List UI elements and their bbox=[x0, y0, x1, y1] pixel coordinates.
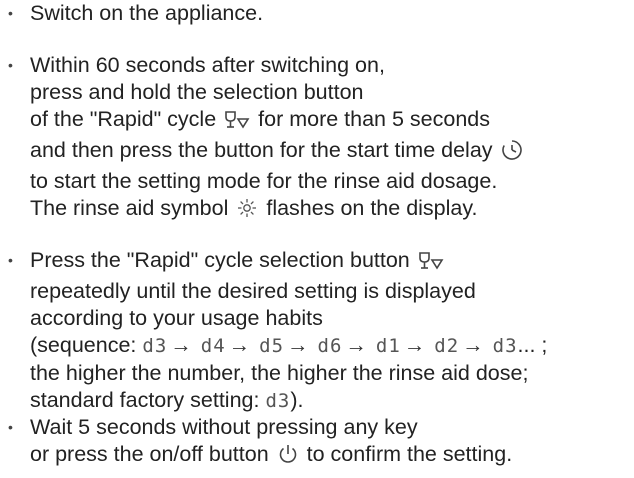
sequence-label: (sequence: bbox=[30, 333, 137, 357]
sequence-item: d6 bbox=[317, 335, 343, 357]
glass-rapid-icon bbox=[418, 251, 444, 278]
arrow-icon: → bbox=[345, 333, 367, 357]
step-3-line-6: standard factory setting: d3). bbox=[30, 387, 547, 415]
power-icon bbox=[277, 443, 299, 472]
step-2-line-5: to start the setting mode for the rinse … bbox=[30, 169, 498, 193]
sequence-ellipsis: ... ; bbox=[517, 333, 548, 357]
arrow-icon: → bbox=[228, 333, 251, 357]
step-3-line-1a: Press the "Rapid" cycle selection button bbox=[30, 248, 410, 272]
step-2-line-4a: and then press the button for the start … bbox=[30, 138, 493, 162]
glass-rapid-icon bbox=[224, 110, 250, 137]
step-2-line-4: and then press the button for the start … bbox=[30, 137, 525, 168]
step-2-line-3b: for more than 5 seconds bbox=[258, 107, 490, 131]
sequence-item: d5 bbox=[259, 335, 285, 357]
sequence-item: d3 bbox=[142, 335, 168, 357]
step-2-line-6: The rinse aid symbol flashes on the disp… bbox=[30, 195, 525, 226]
default-setting-label: standard factory setting: bbox=[30, 388, 260, 412]
arrow-icon: → bbox=[403, 333, 426, 357]
list-item: • Within 60 seconds after switching on, … bbox=[0, 52, 525, 226]
step-4-line-2a: or press the on/off button bbox=[30, 442, 269, 466]
step-2-line-6b: flashes on the display. bbox=[266, 196, 478, 220]
sequence-item: d1 bbox=[375, 335, 401, 357]
bullet: • bbox=[8, 5, 13, 21]
step-2-line-6a: The rinse aid symbol bbox=[30, 196, 229, 220]
default-setting-value: d3 bbox=[265, 390, 291, 412]
list-item: • Switch on the appliance. bbox=[0, 0, 263, 27]
step-1-text: Switch on the appliance. bbox=[30, 1, 264, 25]
sequence-item: d2 bbox=[434, 335, 460, 357]
step-4-line-2b: to confirm the setting. bbox=[306, 442, 513, 466]
bullet: • bbox=[8, 57, 13, 73]
arrow-icon: → bbox=[462, 333, 484, 357]
step-3-line-5: the higher the number, the higher the ri… bbox=[30, 361, 529, 385]
arrow-icon: → bbox=[287, 333, 309, 357]
step-2-line-3: of the "Rapid" cycle for more than 5 sec… bbox=[30, 106, 525, 137]
clock-delay-icon bbox=[501, 139, 523, 168]
sequence-item: d3 bbox=[492, 335, 518, 357]
step-2-line-1: Within 60 seconds after switching on, bbox=[30, 53, 385, 77]
bullet: • bbox=[8, 252, 13, 268]
step-2-line-3a: of the "Rapid" cycle bbox=[30, 107, 217, 131]
step-4-line-2: or press the on/off button to confirm th… bbox=[30, 441, 512, 472]
list-item: • Press the "Rapid" cycle selection butt… bbox=[0, 247, 547, 415]
list-item: • Wait 5 seconds without pressing any ke… bbox=[0, 414, 512, 472]
sequence-item: d4 bbox=[200, 335, 226, 357]
step-3-line-3: according to your usage habits bbox=[30, 306, 323, 330]
bullet: • bbox=[8, 419, 13, 435]
rinse-aid-sun-icon bbox=[236, 197, 258, 226]
step-3-line-2: repeatedly until the desired setting is … bbox=[30, 279, 476, 303]
step-3-line-1: Press the "Rapid" cycle selection button bbox=[30, 247, 547, 278]
step-2-line-2: press and hold the selection button bbox=[30, 80, 364, 104]
default-setting-close: ). bbox=[290, 388, 304, 412]
step-4-line-1: Wait 5 seconds without pressing any key bbox=[30, 415, 418, 439]
arrow-icon: → bbox=[170, 333, 192, 357]
step-3-line-4: (sequence: d3 → d4 → d5 → d6 → d1 → d2 → d3...… bbox=[30, 332, 547, 360]
